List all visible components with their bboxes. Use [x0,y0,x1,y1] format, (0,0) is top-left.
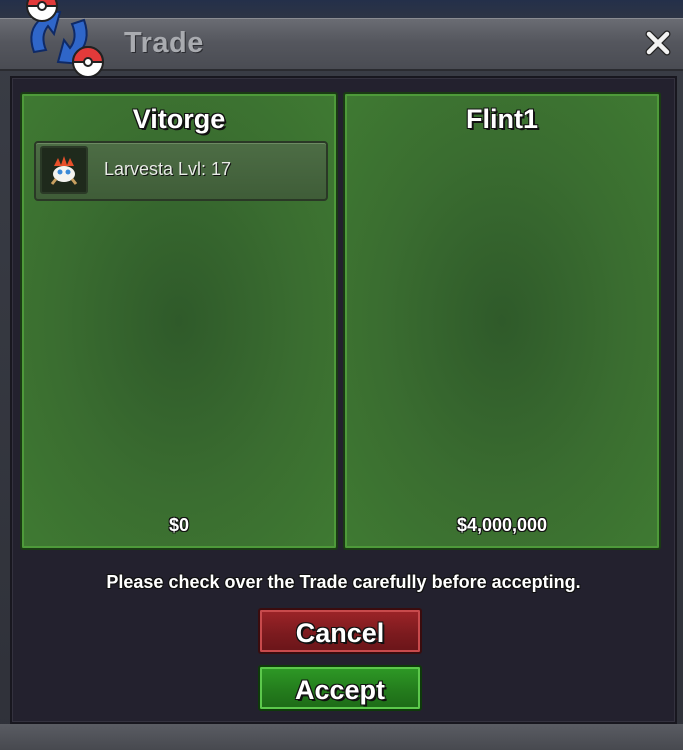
accept-button[interactable]: Accept [258,665,422,711]
window-footer [0,724,683,750]
trade-body: Vitorge Larvesta Lvl: 17 $0 Flint1 $4,00… [10,76,677,724]
right-money-amount: $4,000,000 [456,515,548,535]
trade-window: Trade Vitorge Larvesta Lvl: 17 $0 Flint1… [0,0,683,750]
right-player-name: Flint1 [466,104,538,134]
left-player-name: Vitorge [132,104,226,134]
trade-swap-icon [25,0,105,78]
left-money-amount: $0 [168,515,190,535]
larvesta-sprite-icon [40,146,88,194]
cancel-button[interactable]: Cancel [258,608,422,654]
trade-notice: Please check over the Trade carefully be… [106,572,581,592]
offered-item-slot[interactable]: Larvesta Lvl: 17 [34,141,328,201]
offered-item-label: Larvesta Lvl: 17 [104,159,232,179]
left-offer-panel: Vitorge Larvesta Lvl: 17 $0 [20,92,338,550]
close-icon [645,30,671,56]
right-offer-panel: Flint1 $4,000,000 [343,92,661,550]
window-title: Trade [124,27,204,59]
close-button[interactable] [643,28,673,58]
